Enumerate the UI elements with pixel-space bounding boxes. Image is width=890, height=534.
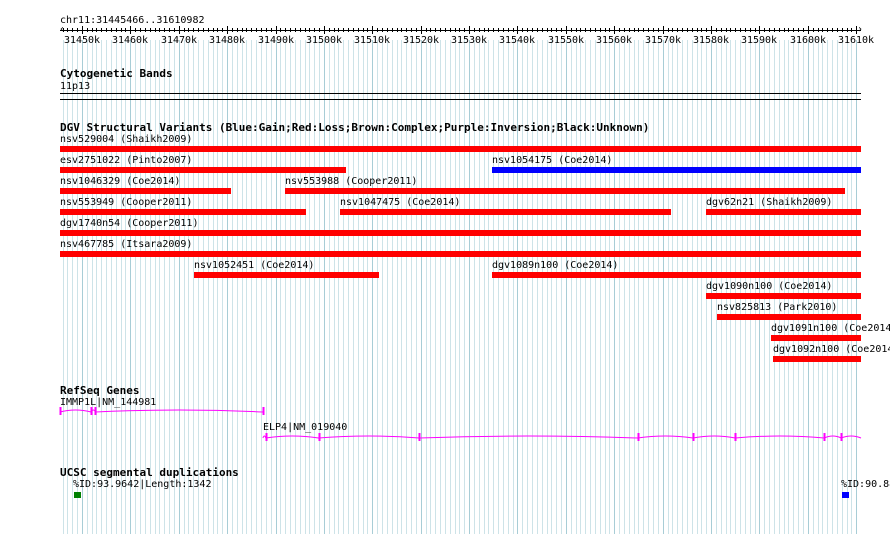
refseq-gene-models	[59, 407, 862, 441]
segdup-block[interactable]	[74, 492, 81, 498]
refseq-intron-line[interactable]	[59, 409, 263, 413]
segdup-label[interactable]: %ID:90.88	[841, 479, 890, 491]
refseq-gene-label[interactable]: ELP4|NM_019040	[263, 422, 347, 434]
genome-browser-view: chr11:31445466..31610982 31450k 31460k 314…	[0, 0, 890, 534]
segdup-label[interactable]: %ID:93.9642|Length:1342	[73, 479, 211, 491]
segdup-block[interactable]	[842, 492, 849, 498]
segdup-title: UCSC segmental duplications	[60, 466, 239, 479]
refseq-intron-line[interactable]	[262, 435, 862, 439]
refseq-gene-label[interactable]: IMMP1L|NM_144981	[60, 397, 156, 409]
